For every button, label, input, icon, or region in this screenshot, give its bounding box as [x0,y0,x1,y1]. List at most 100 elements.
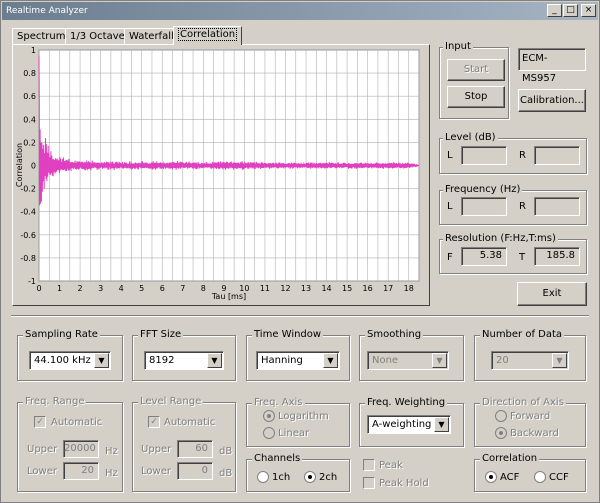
level-range-upper-field[interactable]: 60 [177,440,213,458]
title-bar: Realtime Analyzer [2,2,598,20]
start-button[interactable]: Start [447,59,505,81]
frequency-r-field [534,197,580,216]
freq-range-automatic-label: Automatic [51,417,103,428]
direction-forward-label: Forward [510,411,551,422]
freq-axis-linear-radio[interactable] [263,427,275,439]
level-range-label: Level Range [138,396,204,408]
peak-checkbox[interactable] [363,459,375,471]
level-range-automatic-checkbox[interactable]: ✓ [148,416,160,428]
smoothing-select[interactable]: None ▼ [367,351,449,370]
tab-waterfall[interactable]: Waterfall [124,28,179,45]
calibration-button[interactable]: Calibration... [518,89,586,112]
y-tick-label: 0 [31,162,36,171]
peak-hold-checkbox[interactable] [363,477,375,489]
resolution-group-label: Resolution (F:Hz,T:ms) [443,233,558,245]
chevron-down-icon: ▼ [94,353,109,368]
x-tick-label: 2 [78,284,83,293]
freq-weighting-label: Freq. Weighting [365,397,448,409]
channel-2ch-label: 2ch [319,472,338,483]
maximize-button[interactable]: □ [563,4,578,17]
x-tick-label: 3 [98,284,103,293]
y-tick-label: 0.6 [23,92,36,101]
chevron-down-icon: ▼ [432,353,447,368]
x-tick-label: 0 [36,284,41,293]
level-l-label: L [447,150,453,161]
direction-forward-radio[interactable] [495,410,507,422]
freq-axis-group [246,403,350,447]
channel-1ch-radio[interactable] [257,471,269,483]
freq-axis-logarithm-radio[interactable] [263,410,275,422]
resolution-f-field: 5.38 [461,247,507,266]
frequency-r-label: R [519,201,526,212]
minimize-button[interactable]: _ [547,4,562,17]
window-title: Realtime Analyzer [6,6,88,16]
device-name-field: ECM-MS957 [518,48,586,84]
x-axis-label: Tau [ms] [211,292,246,301]
correlation-acf-radio[interactable] [485,471,497,483]
channel-1ch-label: 1ch [272,472,291,483]
y-axis-label: Correlation [15,143,24,187]
fft-size-select[interactable]: 8192 ▼ [144,351,224,370]
freq-range-lower-field[interactable]: 20 [63,462,99,480]
number-of-data-label: Number of Data [480,329,565,341]
fft-size-label: FFT Size [138,329,184,341]
freq-range-upper-unit: Hz [105,446,118,457]
x-tick-label: 5 [139,284,144,293]
x-tick-label: 16 [363,284,373,293]
correlation-label: Correlation [480,453,540,465]
x-tick-label: 6 [160,284,165,293]
tab-third-octave[interactable]: 1/3 Octave [65,28,130,45]
direction-backward-radio[interactable] [495,427,507,439]
close-button[interactable]: × [581,4,596,17]
level-l-field [461,146,507,165]
x-tick-label: 7 [180,284,185,293]
resolution-f-label: F [447,252,453,263]
freq-axis-label: Freq. Axis [252,397,305,409]
tab-spectrum[interactable]: Spectrum [12,28,71,45]
x-tick-label: 4 [119,284,124,293]
direction-of-axis-group [474,403,586,447]
peak-label: Peak [379,460,403,471]
x-tick-label: 8 [201,284,206,293]
freq-range-upper-label: Upper [27,444,58,455]
correlation-chart: 10.80.60.40.20-0.2-0.4-0.6-0.8-1 0123456… [15,46,420,301]
tab-correlation[interactable]: Correlation [173,26,243,45]
level-range-lower-field[interactable]: 0 [177,462,213,480]
correlation-acf-label: ACF [500,472,520,483]
sampling-rate-select[interactable]: 44.100 kHz ▼ [29,351,111,370]
level-range-automatic-label: Automatic [164,417,216,428]
app-window: Realtime Analyzer _ □ × Spectrum 1/3 Oct… [0,0,600,503]
exit-button[interactable]: Exit [517,282,587,306]
input-group-label: Input [443,41,473,53]
y-tick-label: 1 [31,46,36,55]
x-tick-label: 14 [321,284,331,293]
stop-button[interactable]: Stop [447,86,505,108]
freq-axis-logarithm-label: Logarithm [278,411,329,422]
level-group-label: Level (dB) [443,132,498,144]
number-of-data-select[interactable]: 20 ▼ [491,351,569,370]
level-r-label: R [519,150,526,161]
y-tick-label: -0.6 [20,231,36,240]
resolution-t-field: 185.8 [534,247,580,266]
channel-2ch-radio[interactable] [304,471,316,483]
x-tick-label: 1 [57,284,62,293]
freq-weighting-select[interactable]: A-weighting ▼ [367,415,451,434]
freq-range-automatic-checkbox[interactable]: ✓ [34,416,46,428]
chevron-down-icon: ▼ [552,353,567,368]
input-group [439,47,509,119]
sampling-rate-label: Sampling Rate [23,329,100,341]
x-tick-label: 15 [342,284,352,293]
x-tick-label: 13 [301,284,311,293]
separator [11,315,589,317]
level-range-lower-label: Lower [141,466,171,477]
freq-range-upper-field[interactable]: 20000 [63,440,99,458]
time-window-select[interactable]: Hanning ▼ [256,351,340,370]
chevron-down-icon: ▼ [323,353,338,368]
level-range-lower-unit: dB [219,468,233,479]
correlation-ccf-label: CCF [549,472,569,483]
y-tick-label: -1 [28,277,36,286]
x-tick-label: 11 [260,284,270,293]
y-tick-label: 0.2 [23,138,36,147]
correlation-ccf-radio[interactable] [534,471,546,483]
freq-range-label: Freq. Range [23,396,87,408]
